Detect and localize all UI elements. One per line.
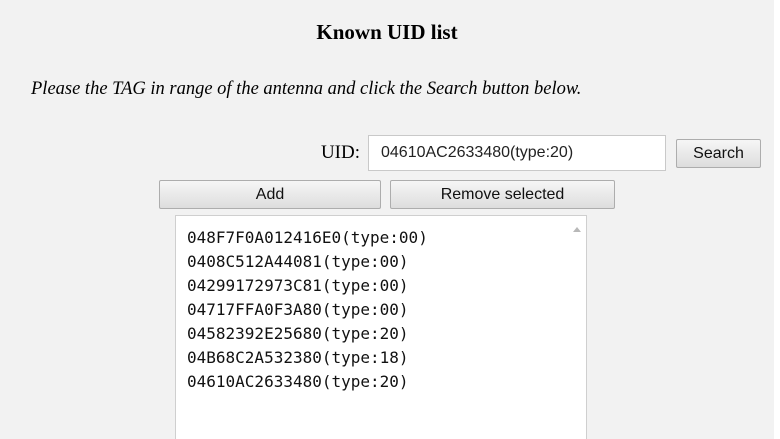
list-item[interactable]: 04B68C2A532380(type:18) bbox=[187, 346, 428, 370]
add-button[interactable]: Add bbox=[159, 180, 381, 209]
scroll-up-arrow-icon[interactable] bbox=[573, 227, 581, 232]
list-item[interactable]: 04582392E25680(type:20) bbox=[187, 322, 428, 346]
remove-selected-button[interactable]: Remove selected bbox=[390, 180, 615, 209]
instructions-text: Please the TAG in range of the antenna a… bbox=[31, 79, 582, 99]
known-uid-panel: Known UID list Please the TAG in range o… bbox=[0, 0, 774, 439]
page-title: Known UID list bbox=[316, 20, 458, 44]
vertical-scrollbar[interactable] bbox=[569, 216, 586, 439]
list-item[interactable]: 04610AC2633480(type:20) bbox=[187, 370, 428, 394]
list-item[interactable]: 04717FFA0F3A80(type:00) bbox=[187, 298, 428, 322]
uid-items: 048F7F0A012416E0(type:00) 0408C512A44081… bbox=[187, 226, 428, 394]
uid-label: UID: bbox=[320, 142, 360, 163]
search-button[interactable]: Search bbox=[676, 139, 761, 168]
list-item[interactable]: 04299172973C81(type:00) bbox=[187, 274, 428, 298]
list-item[interactable]: 048F7F0A012416E0(type:00) bbox=[187, 226, 428, 250]
list-item[interactable]: 0408C512A44081(type:00) bbox=[187, 250, 428, 274]
uid-input[interactable] bbox=[368, 135, 666, 171]
uid-listbox[interactable]: 048F7F0A012416E0(type:00) 0408C512A44081… bbox=[175, 215, 587, 439]
